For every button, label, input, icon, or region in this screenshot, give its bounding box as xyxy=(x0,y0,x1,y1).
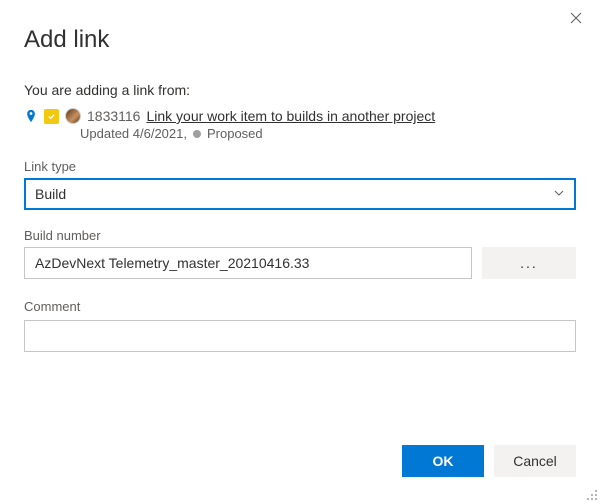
ok-button[interactable]: OK xyxy=(402,445,484,477)
add-link-dialog: Add link You are adding a link from: 183… xyxy=(0,0,600,372)
work-item-link[interactable]: Link your work item to builds in another… xyxy=(146,108,435,124)
build-number-label: Build number xyxy=(24,228,576,243)
state-dot-icon xyxy=(193,130,201,138)
chevron-down-icon xyxy=(553,186,565,202)
comment-input[interactable] xyxy=(24,320,576,352)
close-button[interactable] xyxy=(566,10,586,30)
updated-text: Updated 4/6/2021, xyxy=(80,126,187,141)
cancel-button[interactable]: Cancel xyxy=(494,445,576,477)
work-item-meta: Updated 4/6/2021, Proposed xyxy=(80,126,576,141)
close-icon xyxy=(570,11,582,29)
avatar xyxy=(65,108,81,124)
state-text: Proposed xyxy=(207,126,263,141)
build-number-input[interactable] xyxy=(24,247,472,279)
work-item-id: 1833116 xyxy=(87,108,140,124)
comment-label: Comment xyxy=(24,299,576,314)
resize-grip-icon[interactable] xyxy=(584,487,598,501)
link-type-dropdown[interactable]: Build xyxy=(24,178,576,210)
pin-icon xyxy=(24,109,38,123)
dialog-title: Add link xyxy=(24,26,576,54)
browse-button[interactable]: ... xyxy=(482,247,576,279)
shield-icon xyxy=(44,109,59,124)
link-type-label: Link type xyxy=(24,159,576,174)
intro-text: You are adding a link from: xyxy=(24,82,576,98)
link-type-value: Build xyxy=(35,186,66,202)
dialog-footer: OK Cancel xyxy=(402,445,576,477)
work-item-summary: 1833116 Link your work item to builds in… xyxy=(24,108,576,124)
